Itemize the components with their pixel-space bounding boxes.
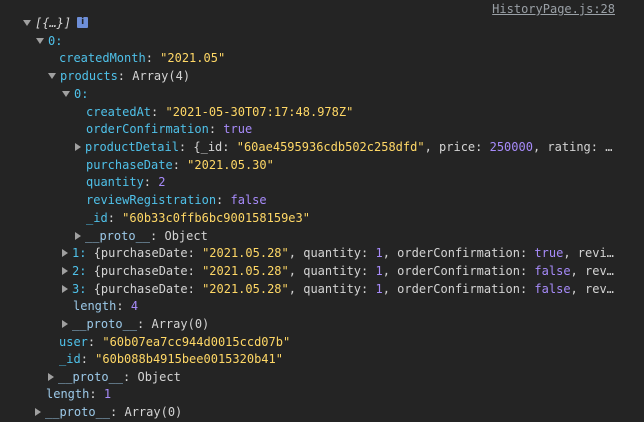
expand-triangle-right-icon[interactable] — [62, 248, 68, 257]
item-index: 0: — [48, 34, 63, 48]
property-key: purchaseDate — [86, 158, 173, 172]
property-value: 4 — [130, 299, 139, 313]
item-0-row[interactable]: 0: — [0, 33, 618, 51]
property-value: "60b088b4915bee0015320b41" — [95, 352, 283, 366]
expand-triangle-down-icon[interactable] — [23, 19, 31, 26]
property-key: _id — [59, 352, 81, 366]
property-row: createdAt: "2021-05-30T07:17:48.978Z" — [86, 105, 354, 119]
property-key: __proto__ — [85, 229, 151, 243]
product-detail-row[interactable]: productDetail: {_id: "60ae4595936cdb502c… — [0, 139, 618, 157]
expand-triangle-right-icon[interactable] — [62, 266, 68, 275]
property-key: createdMonth — [59, 51, 146, 65]
product-0-row[interactable]: 0: — [0, 86, 618, 104]
property-value: Object — [137, 370, 181, 384]
expand-triangle-right-icon[interactable] — [62, 319, 68, 328]
expand-triangle-down-icon[interactable] — [62, 90, 70, 97]
expand-triangle-down-icon[interactable] — [36, 37, 44, 44]
expand-triangle-right-icon[interactable] — [62, 284, 68, 293]
root-summary: [{…}] — [35, 16, 72, 30]
property-row: purchaseDate: "2021.05.30" — [86, 158, 274, 172]
expand-triangle-right-icon[interactable] — [48, 372, 54, 381]
property-row: length: 1 — [46, 387, 112, 401]
property-row: length: 4 — [73, 299, 139, 313]
property-key: __proto__ — [72, 317, 138, 331]
property-value: Array(0) — [151, 317, 210, 331]
property-key: length — [73, 299, 117, 313]
property-value: "60b07ea7cc944d0015ccd07b" — [102, 335, 291, 349]
property-key: user — [59, 335, 88, 349]
item-index: 1: — [72, 246, 87, 260]
expand-triangle-right-icon[interactable] — [35, 407, 41, 416]
property-key: createdAt — [86, 105, 152, 119]
property-row: user: "60b07ea7cc944d0015ccd07b" — [59, 335, 291, 349]
property-value: "2021.05.30" — [187, 158, 274, 172]
proto-row[interactable]: __proto__: Object — [0, 369, 618, 387]
products-row[interactable]: products: Array(4) — [0, 68, 618, 86]
property-key: __proto__ — [58, 370, 124, 384]
property-value: Array(4) — [132, 69, 191, 83]
property-value: Array(0) — [124, 405, 183, 419]
product-id-value: "60ae4595936cdb502c258dfd" — [236, 140, 425, 154]
product-1-row[interactable]: 1: {purchaseDate: "2021.05.28", quantity… — [0, 245, 618, 263]
property-value: true — [223, 122, 253, 136]
property-row: _id: "60b088b4915bee0015320b41" — [59, 352, 283, 366]
property-key: length — [46, 387, 90, 401]
property-row: _id: "60b33c0ffb6bc900158159e3" — [86, 211, 310, 225]
product-3-row[interactable]: 3: {purchaseDate: "2021.05.28", quantity… — [0, 281, 618, 299]
proto-row[interactable]: __proto__: Array(0) — [0, 404, 618, 422]
info-icon[interactable]: i — [77, 17, 89, 28]
product-2-row[interactable]: 2: {purchaseDate: "2021.05.28", quantity… — [0, 263, 618, 281]
root-array-row[interactable]: [{…}] i — [0, 15, 618, 33]
property-key: productDetail — [85, 140, 179, 154]
item-index: 3: — [72, 282, 87, 296]
property-key: products — [60, 69, 118, 83]
property-key: __proto__ — [45, 405, 111, 419]
property-value: 2 — [158, 175, 166, 189]
property-value: false — [230, 193, 267, 207]
price-value: 250000 — [489, 140, 533, 154]
property-value: Object — [164, 229, 208, 243]
property-key: orderConfirmation — [86, 122, 209, 136]
property-value: "2021-05-30T07:17:48.978Z" — [165, 105, 354, 119]
property-key: quantity — [86, 175, 144, 189]
property-row: quantity: 2 — [86, 175, 166, 189]
property-key: _id — [86, 211, 108, 225]
expand-triangle-down-icon[interactable] — [48, 72, 56, 79]
expand-triangle-right-icon[interactable] — [75, 142, 81, 151]
item-index: 0: — [74, 87, 89, 101]
property-row: reviewRegistration: false — [86, 193, 267, 207]
expand-triangle-right-icon[interactable] — [75, 231, 81, 240]
proto-row[interactable]: __proto__: Array(0) — [0, 316, 618, 334]
property-value: 1 — [103, 387, 112, 401]
property-value: "2021.05" — [160, 51, 226, 65]
proto-row[interactable]: __proto__: Object — [0, 228, 618, 246]
property-row: createdMonth: "2021.05" — [59, 51, 226, 65]
property-value: "60b33c0ffb6bc900158159e3" — [122, 211, 310, 225]
property-row: orderConfirmation: true — [86, 122, 253, 136]
item-index: 2: — [72, 264, 87, 278]
property-key: reviewRegistration — [86, 193, 217, 207]
